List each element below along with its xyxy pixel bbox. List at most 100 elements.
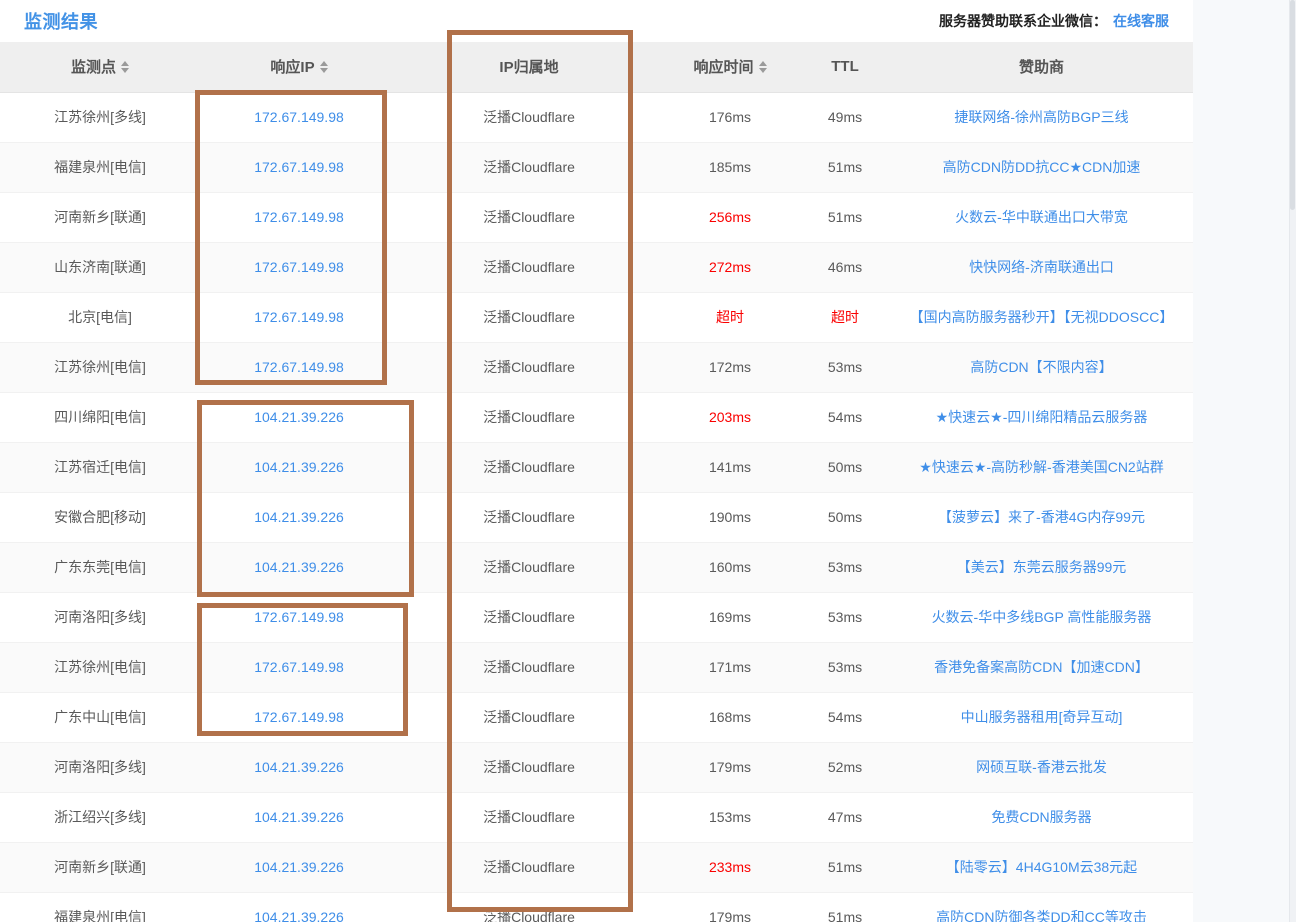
- table-row: 四川绵阳[电信]104.21.39.226泛播Cloudflare203ms54…: [0, 392, 1193, 442]
- response-ip-cell: 104.21.39.226: [200, 842, 398, 892]
- sponsor-link[interactable]: 高防CDN防御各类DD和CC等攻击: [936, 909, 1147, 922]
- monitor-node-cell: 江苏宿迁[电信]: [0, 442, 200, 492]
- ip-location-cell: 泛播Cloudflare: [398, 492, 660, 542]
- ip-location-cell: 泛播Cloudflare: [398, 892, 660, 922]
- ttl-cell: 超时: [800, 292, 890, 342]
- online-service-link[interactable]: 在线客服: [1113, 13, 1169, 29]
- sponsor-notice-line: 服务器赞助联系企业微信：在线客服: [939, 11, 1169, 31]
- response-ip-cell: 172.67.149.98: [200, 292, 398, 342]
- sponsor-link[interactable]: 免费CDN服务器: [991, 809, 1091, 825]
- table-row: 广东中山[电信]172.67.149.98泛播Cloudflare168ms54…: [0, 692, 1193, 742]
- sponsor-link[interactable]: 高防CDN防DD抗CC★CDN加速: [943, 159, 1141, 175]
- response-ip-link[interactable]: 172.67.149.98: [254, 209, 344, 225]
- response-ip-link[interactable]: 172.67.149.98: [254, 659, 344, 675]
- sponsor-link[interactable]: 火数云-华中多线BGP 高性能服务器: [932, 609, 1152, 625]
- response-ip-link[interactable]: 172.67.149.98: [254, 109, 344, 125]
- response-ip-link[interactable]: 172.67.149.98: [254, 359, 344, 375]
- monitor-results-table: 监测点 响应IP IP归属地 响应时: [0, 42, 1193, 922]
- table-row: 河南洛阳[多线]104.21.39.226泛播Cloudflare179ms52…: [0, 742, 1193, 792]
- ttl-cell: 54ms: [800, 692, 890, 742]
- response-ip-link[interactable]: 172.67.149.98: [254, 709, 344, 725]
- ip-location-cell: 泛播Cloudflare: [398, 92, 660, 142]
- response-ip-cell: 104.21.39.226: [200, 892, 398, 922]
- column-header-monitor-node[interactable]: 监测点: [0, 42, 200, 92]
- sponsor-link[interactable]: 【国内高防服务器秒开】【无视DDOSCC】: [910, 309, 1174, 325]
- response-ip-link[interactable]: 104.21.39.226: [254, 859, 344, 875]
- sponsor-cell: 火数云-华中多线BGP 高性能服务器: [890, 592, 1193, 642]
- monitor-node-cell: 广东东莞[电信]: [0, 542, 200, 592]
- ttl-cell: 49ms: [800, 92, 890, 142]
- response-ip-link[interactable]: 172.67.149.98: [254, 609, 344, 625]
- sponsor-link[interactable]: 捷联网络-徐州高防BGP三线: [954, 109, 1128, 125]
- ip-location-cell: 泛播Cloudflare: [398, 692, 660, 742]
- response-time-cell: 272ms: [660, 242, 800, 292]
- response-ip-link[interactable]: 104.21.39.226: [254, 559, 344, 575]
- ttl-cell: 54ms: [800, 392, 890, 442]
- sponsor-link[interactable]: 香港免备案高防CDN【加速CDN】: [934, 659, 1149, 675]
- monitor-node-cell: 福建泉州[电信]: [0, 142, 200, 192]
- sponsor-cell: 免费CDN服务器: [890, 792, 1193, 842]
- ttl-cell: 53ms: [800, 542, 890, 592]
- vertical-scrollbar[interactable]: [1289, 0, 1296, 922]
- response-ip-cell: 104.21.39.226: [200, 792, 398, 842]
- table-row: 江苏徐州[多线]172.67.149.98泛播Cloudflare176ms49…: [0, 92, 1193, 142]
- ip-location-cell: 泛播Cloudflare: [398, 192, 660, 242]
- response-ip-link[interactable]: 104.21.39.226: [254, 459, 344, 475]
- response-ip-link[interactable]: 172.67.149.98: [254, 159, 344, 175]
- monitor-node-cell: 广东中山[电信]: [0, 692, 200, 742]
- sponsor-link[interactable]: 高防CDN【不限内容】: [970, 359, 1112, 375]
- ttl-cell: 50ms: [800, 492, 890, 542]
- monitor-node-cell: 安徽合肥[移动]: [0, 492, 200, 542]
- sponsor-link[interactable]: 【陆零云】4H4G10M云38元起: [946, 859, 1137, 875]
- monitor-node-cell: 江苏徐州[电信]: [0, 342, 200, 392]
- ip-location-cell: 泛播Cloudflare: [398, 392, 660, 442]
- sponsor-link[interactable]: ★快速云★-四川绵阳精品云服务器: [936, 409, 1148, 425]
- monitor-node-cell: 河南洛阳[多线]: [0, 592, 200, 642]
- ttl-cell: 53ms: [800, 342, 890, 392]
- table-row: 江苏徐州[电信]172.67.149.98泛播Cloudflare172ms53…: [0, 342, 1193, 392]
- sponsor-cell: 高防CDN【不限内容】: [890, 342, 1193, 392]
- scrollbar-thumb[interactable]: [1290, 0, 1295, 210]
- sponsor-link[interactable]: 网硕互联-香港云批发: [976, 759, 1107, 775]
- table-row: 河南新乡[联通]104.21.39.226泛播Cloudflare233ms51…: [0, 842, 1193, 892]
- response-ip-link[interactable]: 104.21.39.226: [254, 759, 344, 775]
- monitor-node-cell: 浙江绍兴[多线]: [0, 792, 200, 842]
- response-time-cell: 190ms: [660, 492, 800, 542]
- column-header-response-time[interactable]: 响应时间: [660, 42, 800, 92]
- sponsor-link[interactable]: 快快网络-济南联通出口: [969, 259, 1114, 275]
- sponsor-cell: 【美云】东莞云服务器99元: [890, 542, 1193, 592]
- monitor-node-cell: 河南新乡[联通]: [0, 842, 200, 892]
- column-header-label: 赞助商: [1019, 56, 1064, 77]
- sponsor-link[interactable]: 【菠萝云】来了-香港4G内存99元: [938, 509, 1145, 525]
- ip-location-cell: 泛播Cloudflare: [398, 242, 660, 292]
- response-ip-link[interactable]: 172.67.149.98: [254, 309, 344, 325]
- response-ip-cell: 104.21.39.226: [200, 442, 398, 492]
- response-ip-link[interactable]: 172.67.149.98: [254, 259, 344, 275]
- sponsor-link[interactable]: 【美云】东莞云服务器99元: [957, 559, 1127, 575]
- column-header-response-ip[interactable]: 响应IP: [200, 42, 398, 92]
- sponsor-link[interactable]: 中山服务器租用[奇异互动]: [961, 709, 1123, 725]
- table-row: 山东济南[联通]172.67.149.98泛播Cloudflare272ms46…: [0, 242, 1193, 292]
- response-time-cell: 179ms: [660, 892, 800, 922]
- sponsor-link[interactable]: 火数云-华中联通出口大带宽: [955, 209, 1128, 225]
- response-time-cell: 172ms: [660, 342, 800, 392]
- response-ip-link[interactable]: 104.21.39.226: [254, 409, 344, 425]
- table-row: 广东东莞[电信]104.21.39.226泛播Cloudflare160ms53…: [0, 542, 1193, 592]
- sponsor-link[interactable]: ★快速云★-高防秒解-香港美国CN2站群: [919, 459, 1163, 475]
- response-ip-link[interactable]: 104.21.39.226: [254, 809, 344, 825]
- response-ip-cell: 172.67.149.98: [200, 92, 398, 142]
- table-row: 福建泉州[电信]104.21.39.226泛播Cloudflare179ms51…: [0, 892, 1193, 922]
- column-header-ip-location: IP归属地: [398, 42, 660, 92]
- response-time-cell: 179ms: [660, 742, 800, 792]
- response-time-cell: 176ms: [660, 92, 800, 142]
- monitor-node-cell: 山东济南[联通]: [0, 242, 200, 292]
- column-header-label: 监测点: [71, 56, 116, 77]
- response-ip-cell: 172.67.149.98: [200, 242, 398, 292]
- response-time-cell: 169ms: [660, 592, 800, 642]
- response-ip-cell: 172.67.149.98: [200, 342, 398, 392]
- response-ip-link[interactable]: 104.21.39.226: [254, 509, 344, 525]
- monitor-node-cell: 福建泉州[电信]: [0, 892, 200, 922]
- response-ip-cell: 104.21.39.226: [200, 742, 398, 792]
- response-ip-link[interactable]: 104.21.39.226: [254, 909, 344, 922]
- ttl-cell: 52ms: [800, 742, 890, 792]
